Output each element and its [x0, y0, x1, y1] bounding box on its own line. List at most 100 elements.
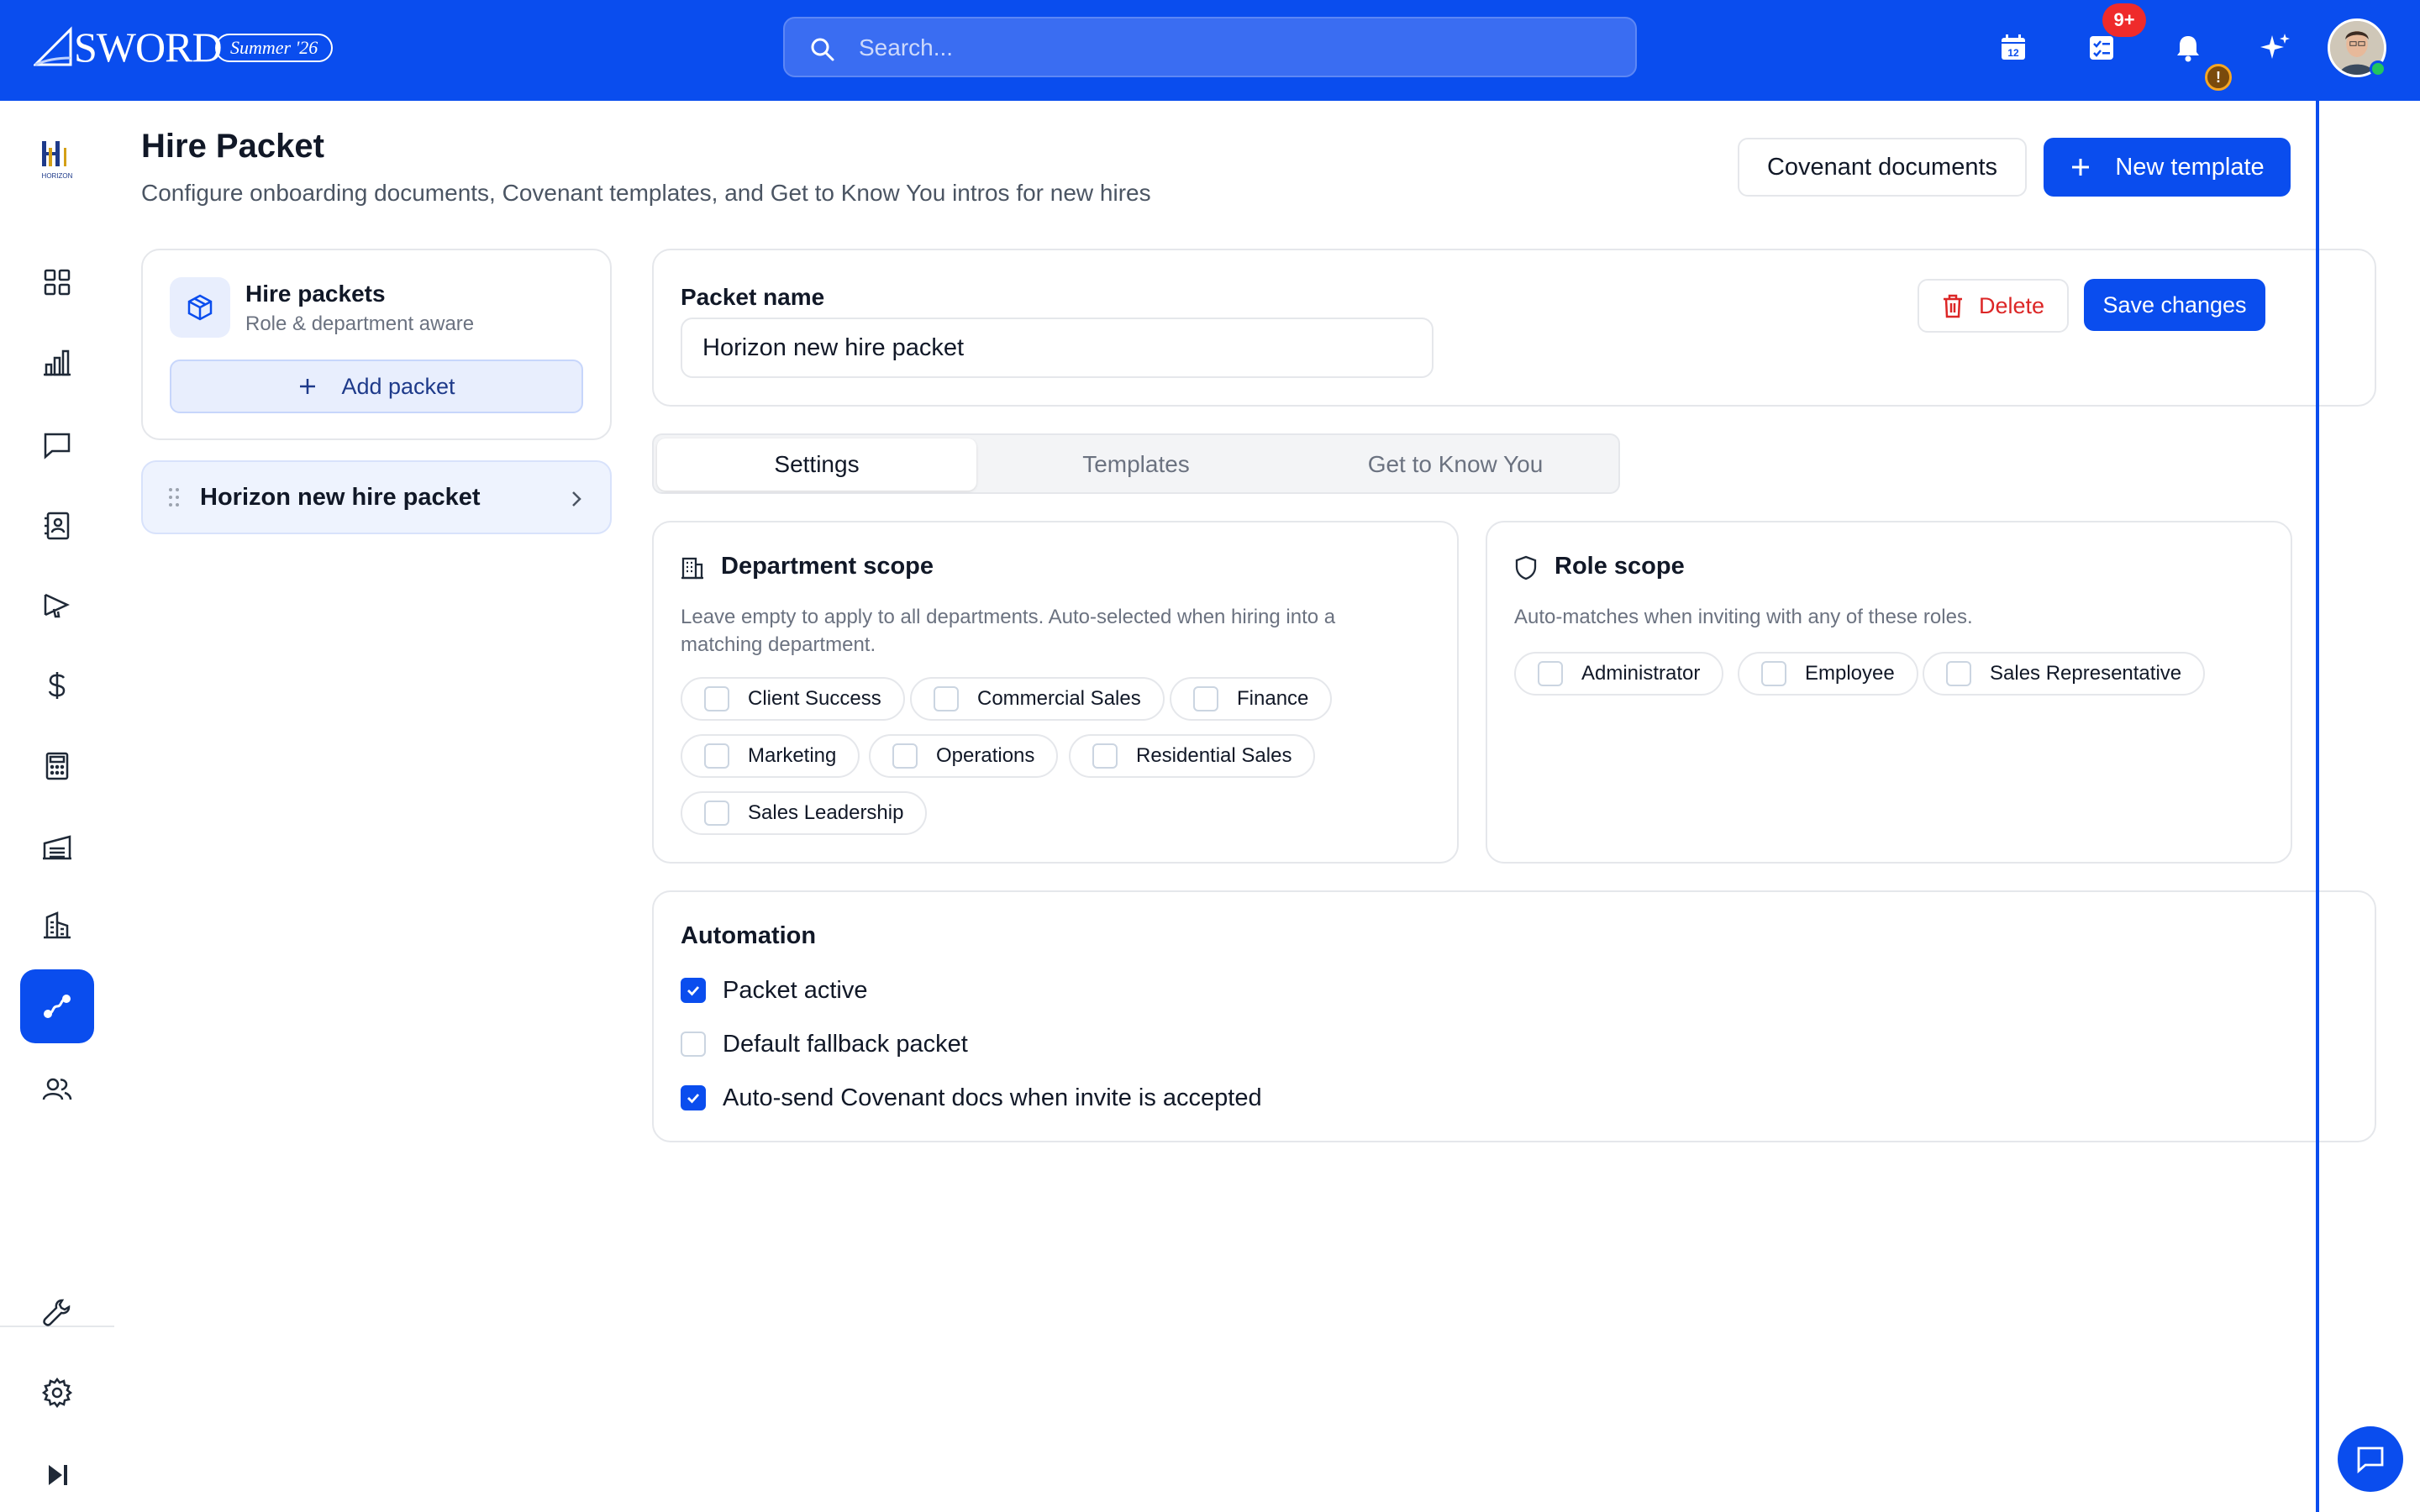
search-icon [811, 38, 834, 61]
default-fallback-option[interactable]: Default fallback packet [681, 1030, 968, 1058]
nav-collapse[interactable] [20, 1438, 94, 1512]
packet-tabs: Settings Templates Get to Know You [652, 433, 1620, 494]
new-template-label: New template [2115, 153, 2265, 181]
messages-icon [44, 433, 71, 459]
calendar-icon[interactable]: 12 [1996, 30, 2031, 66]
nav-tools[interactable] [20, 1275, 94, 1349]
packet-active-checkbox[interactable] [681, 978, 706, 1003]
hire-packets-subtitle: Role & department aware [245, 312, 475, 335]
page-subtitle: Configure onboarding documents, Covenant… [141, 180, 1151, 206]
nav-warehouse[interactable] [20, 810, 94, 884]
package-icon [187, 294, 213, 321]
add-packet-button[interactable]: Add packet [170, 360, 583, 413]
add-packet-label: Add packet [341, 373, 455, 399]
tasks-badge: 9+ [2102, 3, 2146, 37]
chat-button[interactable] [2338, 1426, 2403, 1492]
tab-get-to-know-you[interactable]: Get to Know You [1296, 438, 1615, 491]
chip-sales-representative[interactable]: Sales Representative [1923, 652, 2206, 696]
contacts-icon [45, 512, 70, 540]
auto-send-option[interactable]: Auto-send Covenant docs when invite is a… [681, 1084, 1262, 1112]
check-icon [687, 1094, 700, 1104]
season-badge: Summer '26 [215, 34, 334, 62]
chip-residential-sales[interactable]: Residential Sales [1069, 734, 1316, 778]
org-logo-text: HORIZON [42, 172, 73, 180]
nav-workflow[interactable] [20, 969, 94, 1043]
department-scope-title: Department scope [721, 553, 934, 580]
chip-employee[interactable]: Employee [1738, 652, 1918, 696]
chip-sales-leadership[interactable]: Sales Leadership [681, 791, 928, 835]
covenant-documents-label: Covenant documents [1766, 153, 1998, 181]
packet-active-label: Packet active [723, 976, 868, 1004]
workflow-icon [44, 995, 71, 1018]
nav-calculator[interactable] [20, 729, 94, 803]
tab-settings[interactable]: Settings [657, 438, 976, 491]
campaigns-icon [44, 593, 70, 618]
delete-label: Delete [1978, 292, 2045, 318]
new-template-button[interactable]: New template [2044, 138, 2291, 197]
packet-list-item-label: Horizon new hire packet [200, 484, 481, 511]
collapse-icon [49, 1465, 67, 1485]
tab-templates[interactable]: Templates [976, 438, 1296, 491]
search-bar[interactable] [783, 17, 1637, 77]
calculator-icon [45, 752, 69, 780]
chip-label: Operations [936, 744, 1035, 767]
chip-client-success[interactable]: Client Success [681, 677, 905, 721]
default-fallback-checkbox[interactable] [681, 1032, 706, 1057]
chip-label: Sales Representative [1990, 662, 2182, 685]
drag-handle-icon[interactable] [168, 487, 180, 507]
chip-commercial-sales[interactable]: Commercial Sales [910, 677, 1165, 721]
dashboard-icon [44, 269, 71, 296]
role-scope-description: Auto-matches when inviting with any of t… [1514, 606, 1973, 628]
packet-list-item[interactable]: Horizon new hire packet [141, 460, 612, 534]
right-panel-border [2316, 101, 2319, 1512]
nav-finance[interactable] [20, 648, 94, 722]
checkbox[interactable] [704, 801, 729, 826]
left-navigation: HORIZON [0, 101, 114, 1512]
chip-marketing[interactable]: Marketing [681, 734, 860, 778]
chip-label: Administrator [1581, 662, 1701, 685]
auto-send-label: Auto-send Covenant docs when invite is a… [723, 1084, 1262, 1111]
nav-messages[interactable] [20, 408, 94, 482]
shield-icon [1515, 555, 1537, 580]
department-scope-card: Department scope Leave empty to apply to… [652, 521, 1459, 864]
chip-administrator[interactable]: Administrator [1514, 652, 1724, 696]
svg-text:12: 12 [2007, 47, 2019, 59]
chat-icon [2357, 1446, 2384, 1474]
chevron-right-icon [572, 491, 581, 507]
nav-contacts[interactable] [20, 489, 94, 563]
checkbox[interactable] [704, 686, 729, 711]
org-logo[interactable]: HORIZON [30, 136, 84, 190]
top-bar: SWORD Summer '26 12 9+ ! [0, 0, 2420, 101]
bell-icon[interactable] [2170, 30, 2206, 66]
nav-analytics[interactable] [20, 326, 94, 400]
auto-send-checkbox[interactable] [681, 1085, 706, 1110]
chip-operations[interactable]: Operations [869, 734, 1059, 778]
packet-active-option[interactable]: Packet active [681, 976, 867, 1005]
save-changes-button[interactable]: Save changes [2084, 279, 2265, 331]
nav-settings[interactable] [20, 1356, 94, 1430]
checkbox[interactable] [704, 743, 729, 769]
nav-buildings[interactable] [20, 889, 94, 963]
checkbox[interactable] [1946, 661, 1971, 686]
checkbox[interactable] [934, 686, 959, 711]
checkbox[interactable] [1538, 661, 1563, 686]
nav-dashboard[interactable] [20, 245, 94, 319]
plus-icon [300, 379, 316, 394]
checkbox[interactable] [892, 743, 918, 769]
online-status-dot [2370, 60, 2386, 77]
search-input[interactable] [859, 30, 1598, 66]
checkbox[interactable] [1092, 743, 1118, 769]
delete-button[interactable]: Delete [1918, 279, 2069, 333]
plus-icon [2072, 159, 2090, 176]
checkbox[interactable] [1761, 661, 1786, 686]
covenant-documents-button[interactable]: Covenant documents [1738, 138, 2027, 197]
chip-finance[interactable]: Finance [1170, 677, 1333, 721]
page-title: Hire Packet [141, 128, 324, 165]
nav-team[interactable] [20, 1052, 94, 1126]
checkbox[interactable] [1193, 686, 1218, 711]
packet-name-input[interactable] [681, 318, 1434, 378]
sparkle-icon[interactable] [2257, 30, 2292, 66]
brand-logo[interactable]: SWORD [34, 22, 223, 72]
settings-icon [41, 1377, 73, 1409]
nav-campaigns[interactable] [20, 568, 94, 642]
